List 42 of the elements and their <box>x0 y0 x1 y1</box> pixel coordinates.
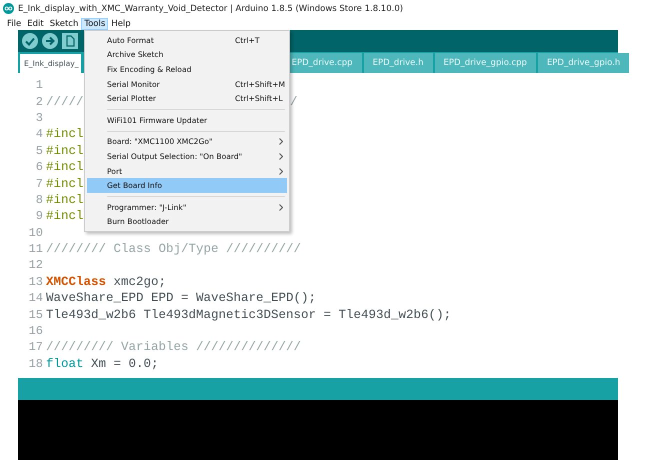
line-number: 11 <box>28 242 44 256</box>
line-number: 1 <box>34 78 44 92</box>
line-number: 16 <box>28 324 44 338</box>
code-line: XMCClass xmc2go; <box>46 274 166 289</box>
window-title: E_Ink_display_with_XMC_Warranty_Void_Detector | Arduino 1.8.5 (Windows Store 1.8.10.0) <box>18 4 404 14</box>
code-line: float Xm = 0.0; <box>46 356 159 371</box>
line-number: 8 <box>34 192 44 207</box>
menu-item[interactable]: Sketch <box>46 18 82 30</box>
line-number: 7 <box>34 176 44 191</box>
line-number: 9 <box>34 209 44 224</box>
code-line: #incl <box>46 144 84 158</box>
code-line: #incl <box>46 127 84 142</box>
menu-item[interactable]: Help <box>108 18 134 30</box>
line-number: 4 <box>34 127 44 142</box>
line-number: 3 <box>34 110 44 125</box>
line-number: 12 <box>28 258 44 272</box>
new-file-icon[interactable] <box>62 33 78 49</box>
menu-item[interactable]: Tools <box>81 18 108 30</box>
code-line: #incl <box>46 160 84 174</box>
line-number: 5 <box>34 144 44 158</box>
line-number: 14 <box>28 291 44 306</box>
line-number: 2 <box>34 94 44 109</box>
upload-icon[interactable] <box>42 33 58 49</box>
verify-icon[interactable] <box>22 33 38 49</box>
line-number: 18 <box>28 356 44 371</box>
code-line: #incl <box>46 192 84 207</box>
line-number: 10 <box>28 226 44 240</box>
menu-item[interactable]: File <box>4 18 24 30</box>
code-line: //////// Class Obj/Type ////////// <box>46 242 302 256</box>
code-line: ///// <box>46 94 84 109</box>
menu-item[interactable]: Edit <box>24 18 47 30</box>
line-number: 13 <box>28 274 44 289</box>
line-number: 6 <box>34 160 44 174</box>
app-icon <box>3 3 14 14</box>
code-line: #incl <box>46 209 84 224</box>
line-number: 17 <box>28 340 44 354</box>
line-number: 15 <box>28 308 44 322</box>
code-line: Tle493d_w2b6 Tle493dMagnetic3DSensor = Tle493d_w2b6(); <box>46 308 452 322</box>
code-line: WaveShare_EPD EPD = WaveShare_EPD(); <box>46 291 316 306</box>
code-line: #incl <box>46 176 84 191</box>
code-line: ///////// Variables ////////////// <box>46 340 302 354</box>
code-fragment: / <box>290 94 298 109</box>
